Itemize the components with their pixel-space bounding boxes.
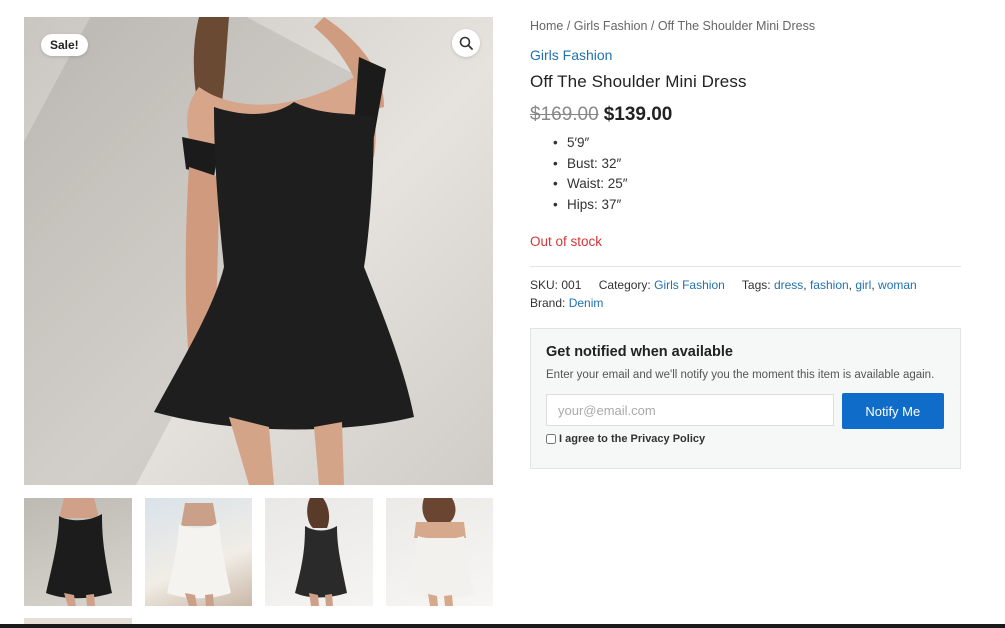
product-specs: 5′9″ Bust: 32″ Waist: 25″ Hips: 37″ [553,135,961,217]
breadcrumb-separator: / [563,19,574,33]
notify-heading: Get notified when available [546,344,733,360]
sale-badge: Sale! [41,34,88,56]
category-label: Category: [598,278,651,292]
product-gallery: Sale! [24,17,493,606]
thumbnail-image [295,498,347,606]
zoom-button[interactable] [452,29,480,57]
main-product-image[interactable]: Sale! [24,17,493,485]
bottom-bar [0,624,1005,628]
thumbnail-black-dress-front[interactable] [24,498,132,606]
tag-fashion[interactable]: fashion [810,278,849,292]
email-input[interactable] [546,394,834,426]
back-in-stock-form: Get notified when available Enter your e… [530,328,961,469]
tag-woman[interactable]: woman [878,278,917,292]
original-price: $169.00 [530,104,599,125]
sale-price: $139.00 [603,104,673,125]
search-icon [459,36,473,50]
dress-model-illustration [154,17,414,485]
thumbnail-white-dress-front[interactable] [144,498,252,606]
product-price: $169.00 $139.00 [530,104,961,126]
notify-description: Enter your email and we'll notify you th… [546,369,935,381]
divider [530,266,961,267]
product-summary: Home / Girls Fashion / Off The Shoulder … [530,17,961,469]
breadcrumb-current: Off The Shoulder Mini Dress [657,19,816,33]
spec-hips: Hips: 37″ [553,197,961,218]
thumbnail-black-dress-side[interactable] [265,498,373,606]
thumbnail-image [407,498,474,606]
tag-dress[interactable]: dress [774,278,803,292]
sku-value: 001 [561,278,582,292]
product-category-link[interactable]: Girls Fashion [530,47,961,63]
privacy-agreement[interactable]: I agree to the Privacy Policy [546,433,944,445]
sku-label: SKU: [530,278,559,292]
spec-height: 5′9″ [553,135,961,156]
spec-bust: Bust: 32″ [553,156,961,177]
category-link[interactable]: Girls Fashion [654,278,725,292]
breadcrumb-separator: / [647,19,658,33]
spec-waist: Waist: 25″ [553,176,961,197]
tags-label: Tags: [741,278,771,292]
stock-status: Out of stock [530,234,603,249]
breadcrumb: Home / Girls Fashion / Off The Shoulder … [530,19,961,37]
notify-me-button[interactable]: Notify Me [841,393,944,429]
tag-girl[interactable]: girl [855,278,871,292]
breadcrumb-category[interactable]: Girls Fashion [574,19,648,33]
product-title: Off The Shoulder Mini Dress [530,72,747,91]
brand-label: Brand: [530,296,566,310]
thumbnail-white-dress-back[interactable] [385,498,493,606]
privacy-checkbox[interactable] [546,434,556,444]
notify-row: Notify Me [546,393,944,429]
thumbnail-image [166,503,231,606]
privacy-label: I agree to the Privacy Policy [559,433,706,445]
thumbnail-strip [24,498,493,606]
thumbnail-image [46,498,112,606]
product-meta: SKU: 001 Category: Girls Fashion Tags: d… [530,278,917,310]
brand-link[interactable]: Denim [569,296,604,310]
breadcrumb-home[interactable]: Home [530,19,563,33]
